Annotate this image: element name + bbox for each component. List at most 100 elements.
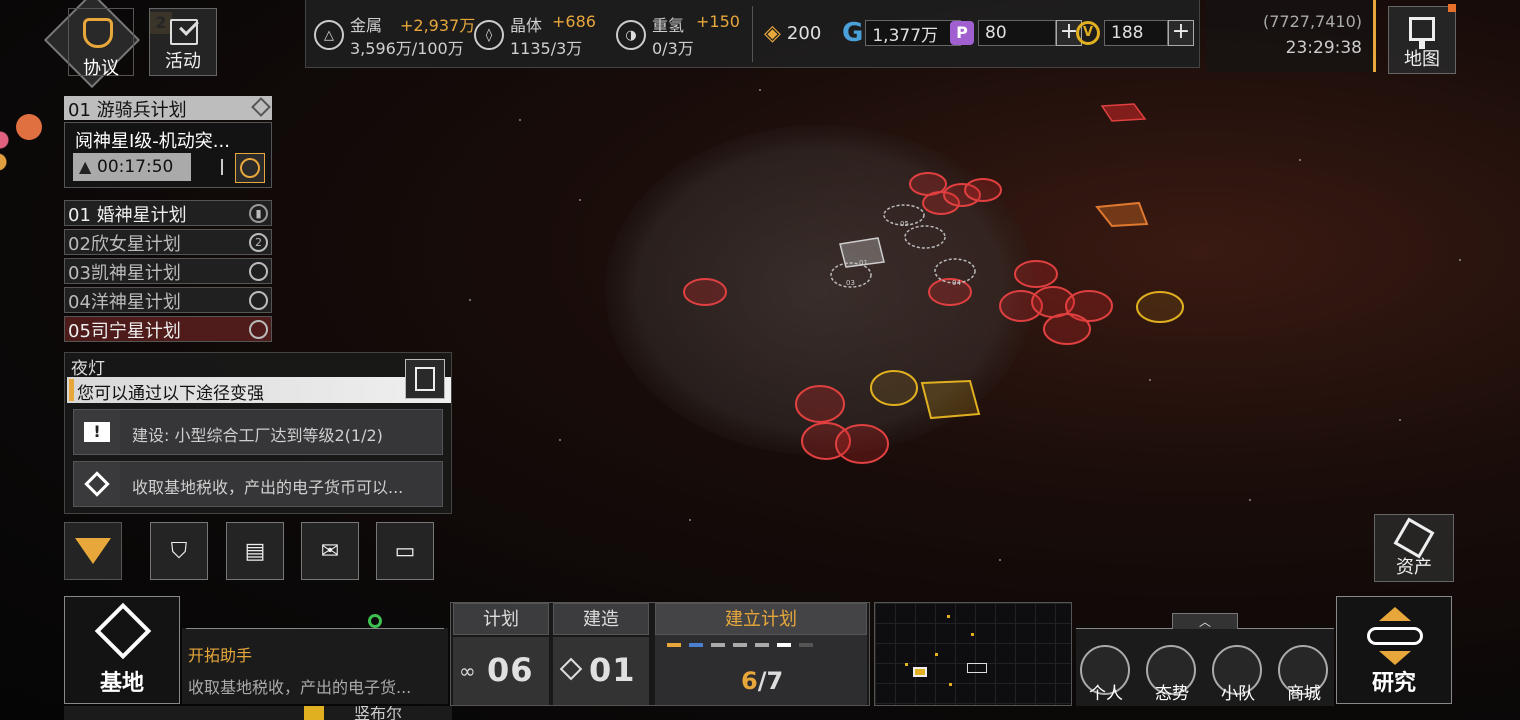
tab-build[interactable]: 建造	[553, 603, 649, 635]
status-circle-icon	[249, 320, 268, 339]
build-count: 01	[589, 651, 636, 689]
mission-item[interactable]: 04洋神星计划	[64, 287, 272, 313]
mission-item[interactable]: 05司宁星计划	[64, 316, 272, 342]
minimap[interactable]	[874, 602, 1072, 706]
diamond-icon	[559, 657, 583, 681]
tip-item[interactable]: ! 建设: 小型综合工厂达到等级2(1/2)	[73, 409, 443, 455]
enemy-marker[interactable]	[964, 178, 1002, 202]
tips-headline: 您可以通过以下途径变强	[77, 384, 264, 404]
activity-label: 活动	[165, 51, 201, 72]
assets-button[interactable]: 资产	[1374, 514, 1454, 582]
panel-accent	[1373, 0, 1376, 72]
minimap-dot	[971, 633, 974, 636]
enemy-marker[interactable]	[795, 385, 845, 423]
tips-close-button[interactable]	[405, 359, 445, 399]
situation-label: 态势	[1155, 684, 1189, 704]
chat-avatar	[304, 706, 324, 720]
tips-headline-bar: 您可以通过以下途径变强	[67, 377, 451, 404]
chat-strip[interactable]: 竖布尔	[64, 706, 452, 720]
mail-icon: ✉	[320, 538, 340, 564]
ship-icon: ▲	[79, 157, 92, 176]
activity-button[interactable]: 活动	[149, 8, 217, 76]
base-button[interactable]: 基地	[64, 596, 180, 704]
active-mission-card[interactable]: 阋神星I级-机动突... ▲ 00:17:50	[64, 122, 272, 188]
orange-orb-icon	[16, 114, 42, 140]
minimap-target-marker	[967, 663, 987, 673]
round-menu-panel: ︿ 个人 态势 小队 商城	[1076, 613, 1334, 706]
mission-item[interactable]: 01 婚神星计划 ▮	[64, 200, 272, 226]
tab-plan[interactable]: 计划	[453, 603, 549, 635]
ally-marker[interactable]	[870, 370, 918, 406]
chat-button[interactable]: ▭	[376, 522, 434, 580]
report-button[interactable]: ▤	[226, 522, 284, 580]
establish-plan-button[interactable]: 建立计划 6/7	[655, 603, 867, 705]
notification-dot	[1448, 4, 1456, 12]
research-button[interactable]: 研究	[1336, 596, 1452, 704]
helper-panel[interactable]: 开拓助手 收取基地税收，产出的电子货...	[182, 628, 448, 704]
mission-item[interactable]: 03凯神星计划	[64, 258, 272, 284]
shop-label: 商城	[1287, 684, 1321, 704]
premium-v-currency[interactable]: V 188 +	[1076, 18, 1194, 48]
add-premium-v-button[interactable]: +	[1168, 20, 1194, 46]
coords-time-panel: (7727,7410) 23:29:38	[1206, 0, 1376, 72]
tip-text: 收取基地税收，产出的电子货币可以...	[132, 478, 404, 497]
ally-base-marker[interactable]	[920, 379, 981, 420]
credits-icon: G	[842, 18, 864, 48]
metal-icon: △	[314, 20, 344, 50]
flower-icon	[0, 128, 16, 174]
base-icon	[94, 602, 152, 660]
resource-deuterium[interactable]: ◑ 重氢 +150 0/3万	[616, 8, 746, 60]
research-chevron-up-icon	[1379, 607, 1411, 621]
tip-item[interactable]: 收取基地税收，产出的电子货币可以...	[73, 461, 443, 507]
assets-label: 资产	[1396, 557, 1432, 578]
mail-button[interactable]: ✉	[301, 522, 359, 580]
map-label: 地图	[1404, 49, 1440, 70]
credits-currency[interactable]: G 1,377万	[842, 18, 962, 48]
mission-label: 02欣女星计划	[68, 234, 181, 255]
premium-p-currency[interactable]: P 80 +	[950, 18, 1082, 48]
deuterium-icon: ◑	[616, 20, 646, 50]
mission-header[interactable]: 01 游骑兵计划	[64, 96, 272, 121]
establish-progress: 6/7	[741, 667, 783, 695]
alliance-button[interactable]: ⛉	[150, 522, 208, 580]
resource-plus: +686	[552, 12, 596, 31]
alliance-icon: ⛉	[170, 538, 188, 564]
protocol-label: 协议	[83, 58, 119, 79]
mission-label: 03凯神星计划	[68, 263, 181, 284]
checklist-icon	[415, 367, 435, 391]
energy-currency[interactable]: ◈ 200	[764, 18, 821, 48]
mission-item[interactable]: 02欣女星计划 2	[64, 229, 272, 255]
helper-divider	[186, 628, 444, 629]
expand-chevron-button[interactable]: ︿	[1172, 613, 1238, 629]
mission-label: 01 婚神星计划	[68, 205, 187, 226]
enemy-marker[interactable]	[1043, 313, 1091, 345]
premium-v-value: 188	[1111, 23, 1144, 43]
coordinates[interactable]: (7727,7410)	[1263, 12, 1362, 31]
enemy-marker[interactable]	[1014, 260, 1058, 288]
ally-marker[interactable]	[1136, 291, 1184, 323]
protocol-button[interactable]: 协议 2	[36, 0, 172, 89]
tips-title: 夜灯	[71, 359, 105, 379]
enemy-outpost-marker[interactable]	[1100, 103, 1147, 122]
speedup-button[interactable]	[235, 153, 265, 183]
progress-segments	[667, 643, 827, 647]
resource-metal[interactable]: △ 金属 +2,937万 3,596万/100万	[314, 8, 476, 60]
build-count-button[interactable]: 01	[553, 637, 649, 705]
minimap-dot	[949, 683, 952, 686]
progress-current: 6	[741, 667, 758, 695]
unit-label: 04	[952, 279, 961, 287]
minimap-dot	[905, 663, 908, 666]
unit-label: 01	[859, 259, 868, 267]
research-chevron-down-icon	[1379, 651, 1411, 665]
resource-plus: +2,937万	[400, 16, 476, 35]
plan-count-button[interactable]: ∞ 06	[453, 637, 549, 705]
base-label: 基地	[99, 671, 144, 696]
resource-node-marker[interactable]	[1095, 201, 1149, 228]
resource-crystal[interactable]: ◊ 晶体 +686 1135/3万	[474, 8, 604, 60]
enemy-marker[interactable]	[683, 278, 727, 306]
mission-header-label: 01 游骑兵计划	[68, 100, 187, 121]
map-button[interactable]: 地图	[1388, 6, 1456, 74]
enemy-marker[interactable]	[835, 424, 889, 464]
tip-text: 建设: 小型综合工厂达到等级2(1/2)	[132, 426, 383, 445]
rank-button[interactable]	[64, 522, 122, 580]
